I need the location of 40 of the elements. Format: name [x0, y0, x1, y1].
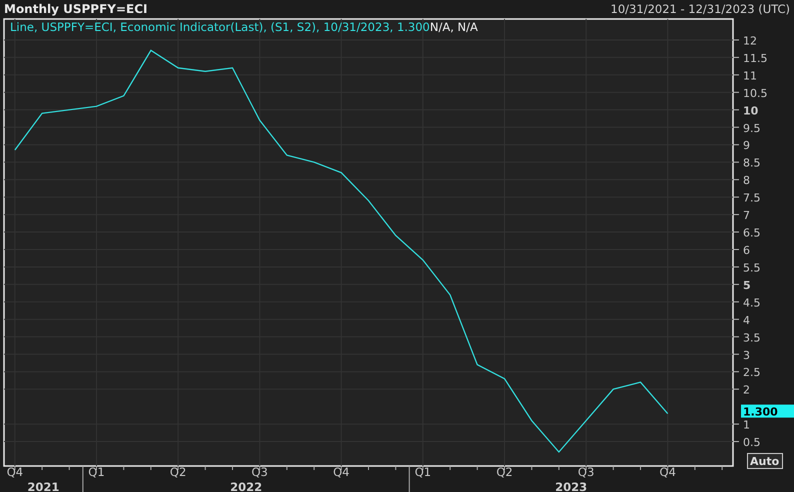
y-tick-label: 4.5 [743, 296, 760, 310]
y-tick-label: 0.5 [743, 436, 760, 450]
y-tick-label: 3.5 [743, 331, 760, 344]
y-tick-label: 9 [743, 139, 750, 152]
y-tick-label: 2 [743, 384, 750, 397]
x-tick-label: Q1 [88, 465, 105, 479]
y-tick-label: 1 [743, 418, 750, 432]
x-tick-label: Q1 [414, 465, 432, 479]
y-tick-label: 2.5 [743, 366, 760, 380]
y-tick-label: 10 [743, 104, 758, 118]
y-tick-label: 8.5 [743, 156, 760, 170]
year-label: 2023 [555, 480, 588, 492]
y-tick-label: 11 [743, 69, 757, 82]
y-tick-label: 3 [743, 348, 750, 362]
year-label: 2021 [27, 480, 60, 492]
x-tick-label: Q2 [170, 465, 186, 479]
legend-text: Line, USPPFY=ECI, Economic Indicator(Last), (S1, S2), 10/31/2023, 1.300N/A, N/A [10, 20, 478, 34]
y-tick-label: 10.5 [743, 86, 768, 100]
y-tick-label: 11.5 [743, 52, 768, 65]
x-tick-label: Q4 [6, 465, 24, 479]
y-tick-label: 5.5 [743, 261, 760, 274]
x-tick-label: Q4 [660, 465, 676, 479]
x-tick-label: Q4 [333, 465, 350, 479]
y-tick-label: 8 [743, 174, 750, 188]
y-tick-label: 6.5 [743, 226, 760, 240]
x-tick-label: Q3 [252, 465, 268, 479]
y-tick-label: 6 [743, 244, 750, 257]
y-tick-label: 4 [743, 314, 750, 327]
date-range: 10/31/2021 - 12/31/2023 (UTC) [610, 2, 790, 16]
y-tick-label: 9.5 [743, 122, 760, 135]
last-value-badge: 1.300 [741, 404, 794, 419]
x-tick-label: Q3 [578, 465, 594, 479]
x-tick-label: Q2 [496, 465, 513, 479]
y-tick-label: 12 [743, 34, 757, 48]
year-label: 2022 [230, 480, 262, 492]
auto-button[interactable]: Auto [747, 453, 783, 469]
y-tick-label: 7 [743, 209, 750, 222]
y-tick-label: 7.5 [743, 192, 760, 205]
y-tick-label: 5 [743, 278, 751, 292]
chart-title: Monthly USPPFY=ECI [4, 2, 148, 16]
